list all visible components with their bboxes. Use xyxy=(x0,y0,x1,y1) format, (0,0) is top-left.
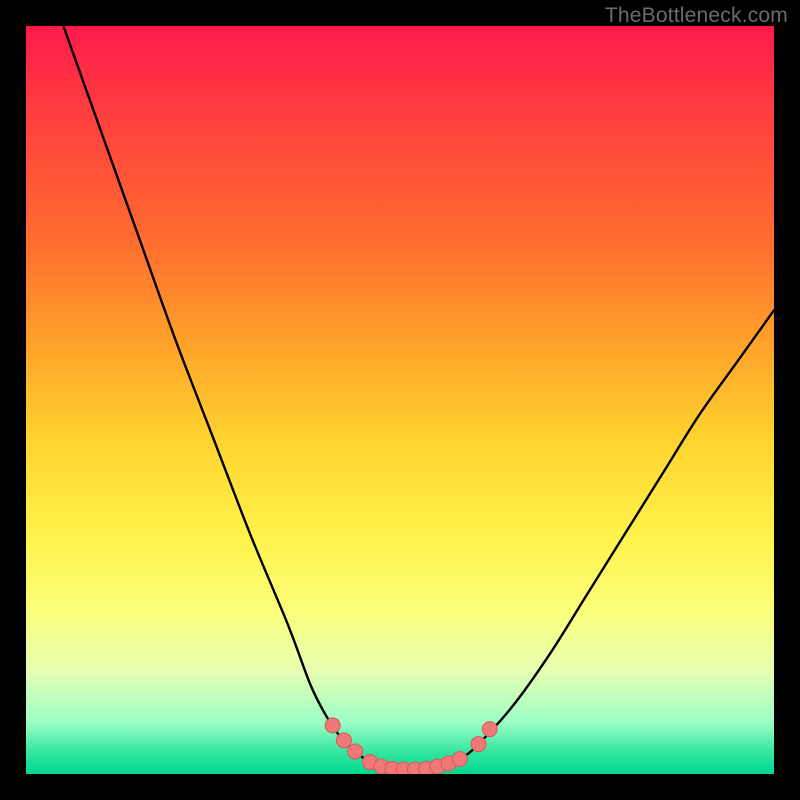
valley-marker xyxy=(482,722,497,737)
chart-frame: TheBottleneck.com xyxy=(0,0,800,800)
valley-marker xyxy=(336,733,351,748)
valley-marker xyxy=(348,744,363,759)
chart-plot-area xyxy=(26,26,774,774)
valley-markers xyxy=(325,718,497,774)
valley-marker xyxy=(325,718,340,733)
valley-marker xyxy=(452,752,467,767)
valley-marker xyxy=(471,737,486,752)
watermark-text: TheBottleneck.com xyxy=(605,4,788,28)
bottleneck-curve xyxy=(26,26,774,774)
curve-path xyxy=(63,26,774,770)
